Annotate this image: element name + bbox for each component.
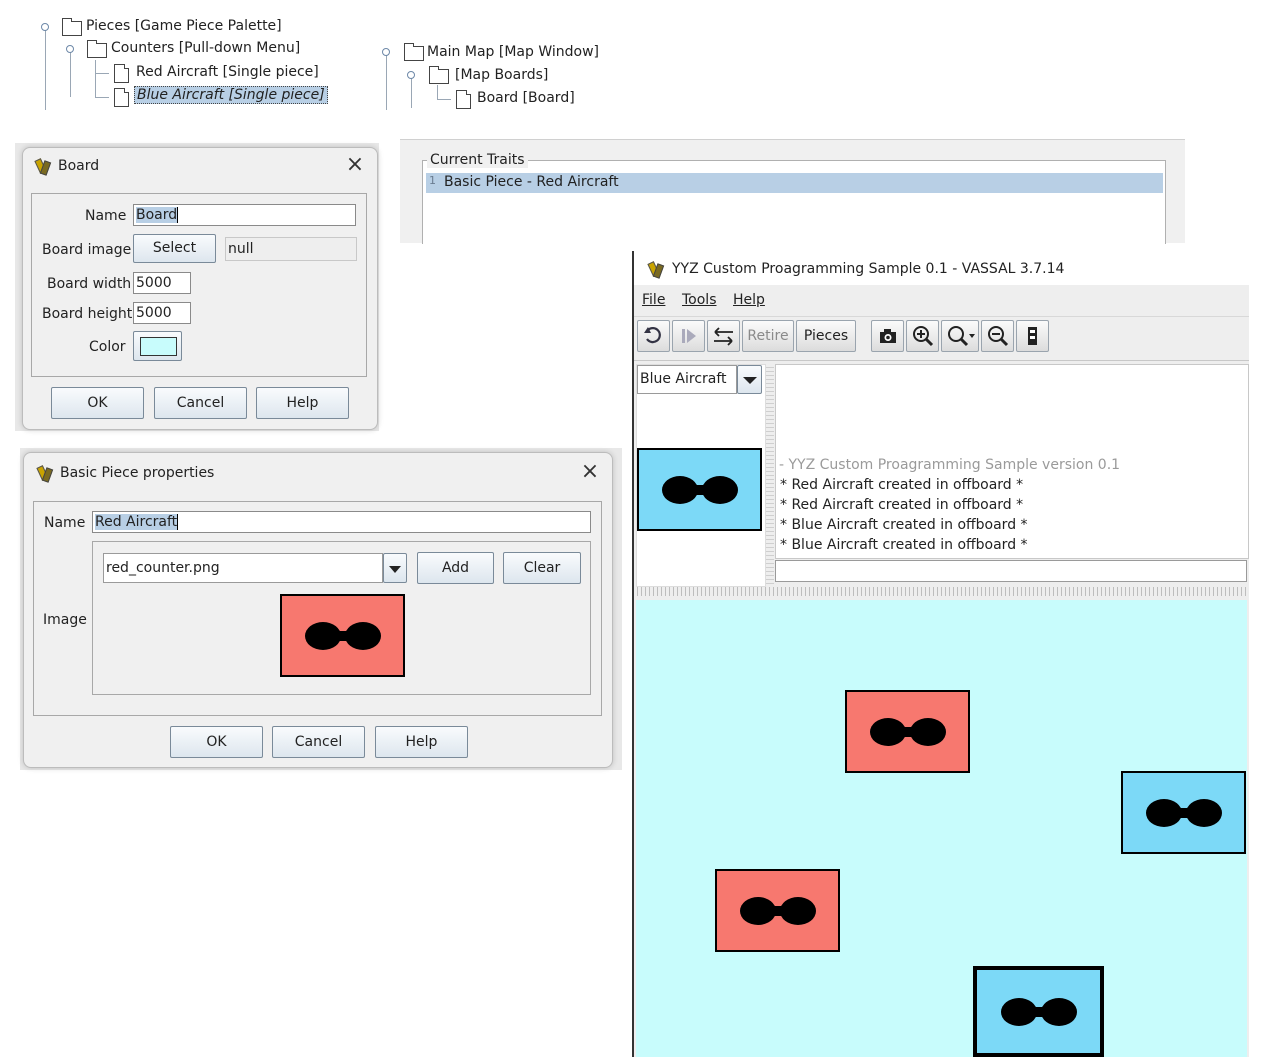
document-icon <box>114 64 129 83</box>
red-aircraft-counter[interactable] <box>845 690 970 773</box>
cancel-button[interactable]: Cancel <box>272 726 365 758</box>
help-button[interactable]: Help <box>375 726 468 758</box>
tree-item-map-boards[interactable]: [Map Boards] <box>455 67 548 83</box>
menu-bar: File Tools Help <box>634 285 1249 317</box>
board-dialog: Board × Name Board Board image Select nu… <box>22 147 378 430</box>
tree-item-counters[interactable]: Counters [Pull-down Menu] <box>111 40 300 56</box>
folder-icon <box>404 43 424 61</box>
folder-icon <box>62 18 82 36</box>
board-image-field: null <box>225 237 357 261</box>
swap-icon[interactable] <box>707 320 740 352</box>
help-button[interactable]: Help <box>256 387 349 419</box>
vassal-app-icon <box>35 159 49 173</box>
document-icon <box>114 88 129 107</box>
name-label: Name <box>44 515 86 531</box>
step-forward-icon[interactable] <box>672 320 705 352</box>
ok-button[interactable]: OK <box>170 726 263 758</box>
chat-line: * Blue Aircraft created in offboard * <box>780 537 1028 553</box>
dialog-title: Basic Piece properties <box>60 465 215 481</box>
name-label: Name <box>85 208 127 224</box>
traits-legend: Current Traits <box>427 152 528 168</box>
tree-toggle-icon[interactable] <box>41 23 49 31</box>
zoom-in-icon[interactable] <box>906 320 939 352</box>
image-file-combo[interactable]: red_counter.png <box>103 553 383 583</box>
tree-toggle-icon[interactable] <box>382 48 390 56</box>
red-aircraft-counter[interactable] <box>715 869 840 952</box>
add-image-button[interactable]: Add <box>417 552 494 584</box>
aircraft-icon <box>661 475 738 504</box>
tree-toggle-icon[interactable] <box>66 45 74 53</box>
chat-log: - YYZ Custom Proagramming Sample version… <box>775 364 1249 559</box>
palette-selector[interactable]: Blue Aircraft <box>637 365 737 394</box>
board-height-field[interactable]: 5000 <box>133 302 191 324</box>
folder-icon <box>429 66 449 84</box>
blue-aircraft-counter-selected[interactable] <box>973 966 1104 1057</box>
dialog-titlebar[interactable]: Board × <box>23 148 377 186</box>
menu-help[interactable]: Help <box>733 292 765 308</box>
board-width-field[interactable]: 5000 <box>133 272 191 294</box>
chat-line: * Red Aircraft created in offboard * <box>780 497 1024 513</box>
pieces-button[interactable]: Pieces <box>796 320 856 352</box>
menu-file[interactable]: File <box>642 292 665 308</box>
dialog-titlebar[interactable]: Basic Piece properties × <box>24 453 612 491</box>
retire-button[interactable]: Retire <box>742 320 794 352</box>
traits-panel: Current Traits 1 Basic Piece - Red Aircr… <box>400 139 1185 244</box>
aircraft-icon <box>1000 997 1077 1026</box>
color-swatch <box>140 337 177 356</box>
ok-button[interactable]: OK <box>51 387 144 419</box>
splitter-handle[interactable] <box>766 364 774 585</box>
chat-input[interactable] <box>775 560 1247 582</box>
chat-line: * Blue Aircraft created in offboard * <box>780 517 1028 533</box>
clear-image-button[interactable]: Clear <box>503 552 581 584</box>
image-label: Image <box>43 612 87 628</box>
close-icon[interactable]: × <box>580 461 600 483</box>
name-field[interactable]: Board <box>133 204 356 226</box>
color-label: Color <box>89 339 126 355</box>
red-counter-preview <box>280 594 405 677</box>
zoom-out-icon[interactable] <box>981 320 1014 352</box>
chat-line: * Red Aircraft created in offboard * <box>780 477 1024 493</box>
zoom-menu-icon[interactable] <box>941 320 979 352</box>
camera-icon[interactable] <box>871 320 904 352</box>
aircraft-icon <box>739 896 816 925</box>
chevron-down-icon[interactable] <box>737 365 762 394</box>
menu-tools[interactable]: Tools <box>682 292 717 308</box>
horizontal-splitter[interactable] <box>634 587 1247 596</box>
window-titlebar[interactable]: YYZ Custom Proagramming Sample 0.1 - VAS… <box>634 251 1249 285</box>
basic-piece-dialog: Basic Piece properties × Name Red Aircra… <box>23 452 613 768</box>
aircraft-icon <box>1145 798 1222 827</box>
vassal-app-icon <box>37 466 51 480</box>
counter-icon[interactable] <box>1016 320 1049 352</box>
tree-item-pieces[interactable]: Pieces [Game Piece Palette] <box>86 18 282 34</box>
select-image-button[interactable]: Select <box>133 234 216 263</box>
tree-item-blue-aircraft[interactable]: Blue Aircraft [Single piece] <box>134 86 328 104</box>
map-board[interactable] <box>636 600 1247 1057</box>
blue-aircraft-counter[interactable] <box>1121 771 1246 854</box>
close-icon[interactable]: × <box>345 154 365 176</box>
document-icon <box>456 90 471 109</box>
trait-text: Basic Piece - Red Aircraft <box>444 174 619 190</box>
trait-row[interactable]: 1 Basic Piece - Red Aircraft <box>426 173 1163 193</box>
dialog-title: Board <box>58 158 100 174</box>
folder-icon <box>87 40 107 58</box>
chat-header: - YYZ Custom Proagramming Sample version… <box>779 457 1121 473</box>
tree-item-board[interactable]: Board [Board] <box>477 90 575 106</box>
window-title: YYZ Custom Proagramming Sample 0.1 - VAS… <box>672 261 1065 277</box>
trait-index: 1 <box>429 174 436 187</box>
board-image-label: Board image <box>42 242 132 258</box>
aircraft-icon <box>869 717 946 746</box>
blue-counter-palette-piece[interactable] <box>637 448 762 531</box>
tree-item-main-map[interactable]: Main Map [Map Window] <box>427 44 599 60</box>
tree-toggle-icon[interactable] <box>407 71 415 79</box>
chevron-down-icon[interactable] <box>383 553 407 583</box>
color-button[interactable] <box>133 331 182 361</box>
tree-item-red-aircraft[interactable]: Red Aircraft [Single piece] <box>136 64 319 80</box>
board-height-label: Board height <box>42 306 133 322</box>
vassal-app-icon <box>648 262 662 276</box>
board-width-label: Board width <box>47 276 132 292</box>
undo-icon[interactable] <box>637 320 670 352</box>
aircraft-icon <box>304 621 381 650</box>
name-field[interactable]: Red Aircraft <box>92 511 591 533</box>
cancel-button[interactable]: Cancel <box>154 387 247 419</box>
